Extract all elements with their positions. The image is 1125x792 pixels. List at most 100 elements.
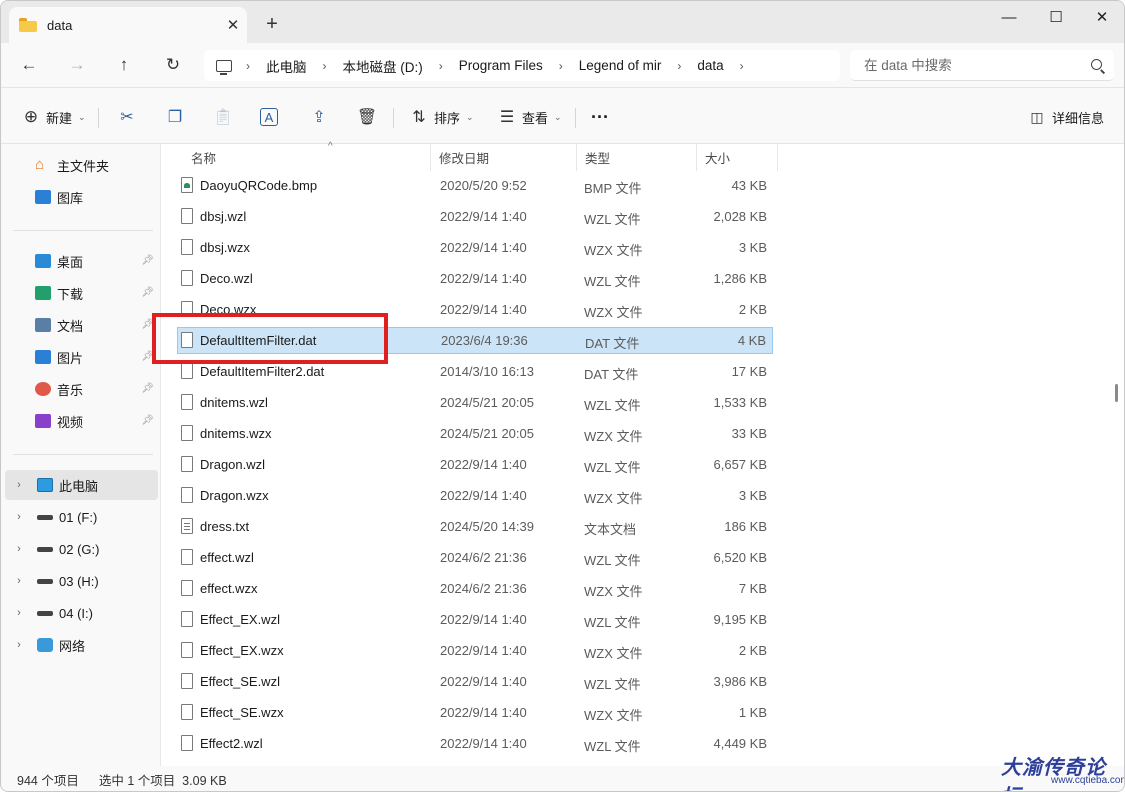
chevron-right-icon[interactable]: › [559,59,563,73]
back-button[interactable]: ← [14,51,44,79]
file-size: 1,286 KB [713,271,768,286]
column-header-name[interactable]: 名称 ^ [183,141,431,171]
sidebar-item-label: 网络 [59,638,86,654]
sidebar-item-drive-h[interactable]: › 03 (H:) [5,566,158,596]
delete-button[interactable]: 🗑︎ [357,103,377,131]
pin-icon[interactable]: 📌︎ [141,383,154,394]
view-button[interactable]: ☰ 查看 ⌄ [497,103,562,131]
computer-icon [37,478,53,492]
file-row[interactable]: dress.txt 2024/5/20 14:39 文本文档 186 KB [177,513,773,540]
file-icon [181,549,193,565]
sidebar-item-videos[interactable]: 视频 📌︎ [5,406,158,436]
file-row[interactable]: Dragon.wzx 2022/9/14 1:40 WZX 文件 3 KB [177,482,773,509]
sidebar-item-pictures[interactable]: 图片 📌︎ [5,342,158,372]
column-header-type[interactable]: 类型 [577,144,697,171]
file-row[interactable]: dnitems.wzx 2024/5/21 20:05 WZX 文件 33 KB [177,420,773,447]
cut-button[interactable]: ✂ [117,103,137,131]
close-tab-button[interactable]: ✕ [219,16,247,34]
chevron-right-icon[interactable]: › [246,59,250,73]
column-header-date[interactable]: 修改日期 [431,144,577,171]
file-row[interactable]: dbsj.wzl 2022/9/14 1:40 WZL 文件 2,028 KB [177,203,773,230]
pin-icon[interactable]: 📌︎ [141,287,154,298]
file-row[interactable]: Effect_SE.wzl 2022/9/14 1:40 WZL 文件 3,986 K… [177,668,773,695]
pin-icon[interactable]: 📌︎ [141,319,154,330]
sidebar-item-desktop[interactable]: 桌面 📌︎ [5,246,158,276]
breadcrumb-data[interactable]: data [697,58,723,73]
file-row[interactable]: Effect_EX.wzx 2022/9/14 1:40 WZX 文件 2 KB [177,637,773,664]
file-row[interactable]: DaoyuQRCode.bmp 2020/5/20 9:52 BMP 文件 43 KB [177,172,773,199]
sidebar-item-music[interactable]: 音乐 📌︎ [5,374,158,404]
chevron-right-icon[interactable]: › [9,479,29,491]
search-icon[interactable] [1091,59,1102,70]
copy-button[interactable]: ❐ [165,103,185,131]
minimize-button[interactable]: — [986,1,1032,33]
chevron-right-icon[interactable]: › [9,575,29,587]
file-row[interactable]: DefaultItemFilter2.dat 2014/3/10 16:13 DAT… [177,358,773,385]
details-pane-button[interactable]: ◫ 详细信息 [1027,103,1104,131]
paste-button[interactable]: 📋︎ [213,103,233,131]
file-row[interactable]: effect.wzx 2024/6/2 21:36 WZX 文件 7 KB [177,575,773,602]
address-bar[interactable]: › 此电脑 › 本地磁盘 (D:) › Program Files › Lege… [204,50,840,81]
breadcrumb-drive-d[interactable]: 本地磁盘 (D:) [343,56,423,76]
chevron-right-icon[interactable]: › [439,59,443,73]
chevron-right-icon[interactable]: › [9,511,29,523]
file-row[interactable]: Effect_EX.wzl 2022/9/14 1:40 WZL 文件 9,195 K… [177,606,773,633]
refresh-button[interactable]: ↻ [158,51,188,79]
chevron-right-icon[interactable]: › [677,59,681,73]
file-date: 2024/6/2 21:36 [440,550,527,565]
rename-button[interactable]: A [260,103,278,131]
sidebar-item-drive-g[interactable]: › 02 (G:) [5,534,158,564]
file-row[interactable]: dnitems.wzl 2024/5/21 20:05 WZL 文件 1,533 KB [177,389,773,416]
pin-icon[interactable]: 📌︎ [141,351,154,362]
chevron-right-icon[interactable]: › [9,639,29,651]
more-options-button[interactable]: ··· [591,103,609,131]
new-tab-button[interactable]: + [259,13,285,35]
sidebar-item-gallery[interactable]: 图库 [5,182,158,212]
chevron-right-icon[interactable]: › [9,607,29,619]
file-date: 2020/5/20 9:52 [440,178,527,193]
breadcrumb-program-files[interactable]: Program Files [459,58,543,73]
file-name: dbsj.wzx [200,240,250,255]
file-row[interactable]: dbsj.wzx 2022/9/14 1:40 WZX 文件 3 KB [177,234,773,261]
file-row[interactable]: Deco.wzl 2022/9/14 1:40 WZL 文件 1,286 KB [177,265,773,292]
sort-button[interactable]: ⇅ 排序 ⌄ [409,103,473,131]
chevron-right-icon[interactable]: › [9,543,29,555]
tab-data[interactable]: data ✕ [9,7,247,43]
close-window-button[interactable]: ✕ [1079,1,1124,33]
file-size: 9,195 KB [713,612,768,627]
chevron-right-icon[interactable]: › [740,59,744,73]
file-icon [181,208,193,224]
scrollbar-thumb[interactable] [1115,384,1118,402]
search-input[interactable] [864,57,1074,73]
file-row[interactable]: effect.wzl 2024/6/2 21:36 WZL 文件 6,520 KB [177,544,773,571]
file-row[interactable]: Dragon.wzl 2022/9/14 1:40 WZL 文件 6,657 KB [177,451,773,478]
sidebar-item-network[interactable]: › 网络 [5,630,158,660]
chevron-right-icon[interactable]: › [323,59,327,73]
sidebar-item-documents[interactable]: 文档 📌︎ [5,310,158,340]
sidebar-item-downloads[interactable]: 下载 📌︎ [5,278,158,308]
column-header-size[interactable]: 大小 [697,144,778,171]
breadcrumb-legend-of-mir[interactable]: Legend of mir [579,58,662,73]
view-button-label: 查看 [522,110,549,126]
file-row[interactable]: Effect_SE.wzx 2022/9/14 1:40 WZX 文件 1 KB [177,699,773,726]
file-row[interactable]: DefaultItemFilter.dat 2023/6/4 19:36 DAT 文… [177,327,773,354]
forward-button[interactable]: → [62,51,92,79]
breadcrumb-thispc[interactable]: 此电脑 [266,56,307,76]
sidebar-item-label: 文档 [57,318,84,334]
file-size: 1 KB [738,705,767,720]
search-box[interactable] [850,50,1114,81]
sidebar-item-thispc[interactable]: › 此电脑 [5,470,158,500]
sidebar-item-drive-f[interactable]: › 01 (F:) [5,502,158,532]
maximize-button[interactable]: ☐ [1033,1,1079,33]
file-row[interactable]: Deco.wzx 2022/9/14 1:40 WZX 文件 2 KB [177,296,773,323]
file-size: 3,986 KB [713,674,768,689]
sidebar-item-home[interactable]: ⌂ 主文件夹 [5,150,158,180]
sidebar-item-drive-i[interactable]: › 04 (I:) [5,598,158,628]
share-button[interactable]: ⇪ [309,103,329,131]
pin-icon[interactable]: 📌︎ [141,415,154,426]
pin-icon[interactable]: 📌︎ [141,255,154,266]
file-size: 43 KB [731,178,767,193]
up-button[interactable]: ↑ [109,51,139,79]
new-button[interactable]: ⊕ 新建 ⌄ [21,103,86,131]
file-row[interactable]: Effect2.wzl 2022/9/14 1:40 WZL 文件 4,449 KB [177,730,773,757]
